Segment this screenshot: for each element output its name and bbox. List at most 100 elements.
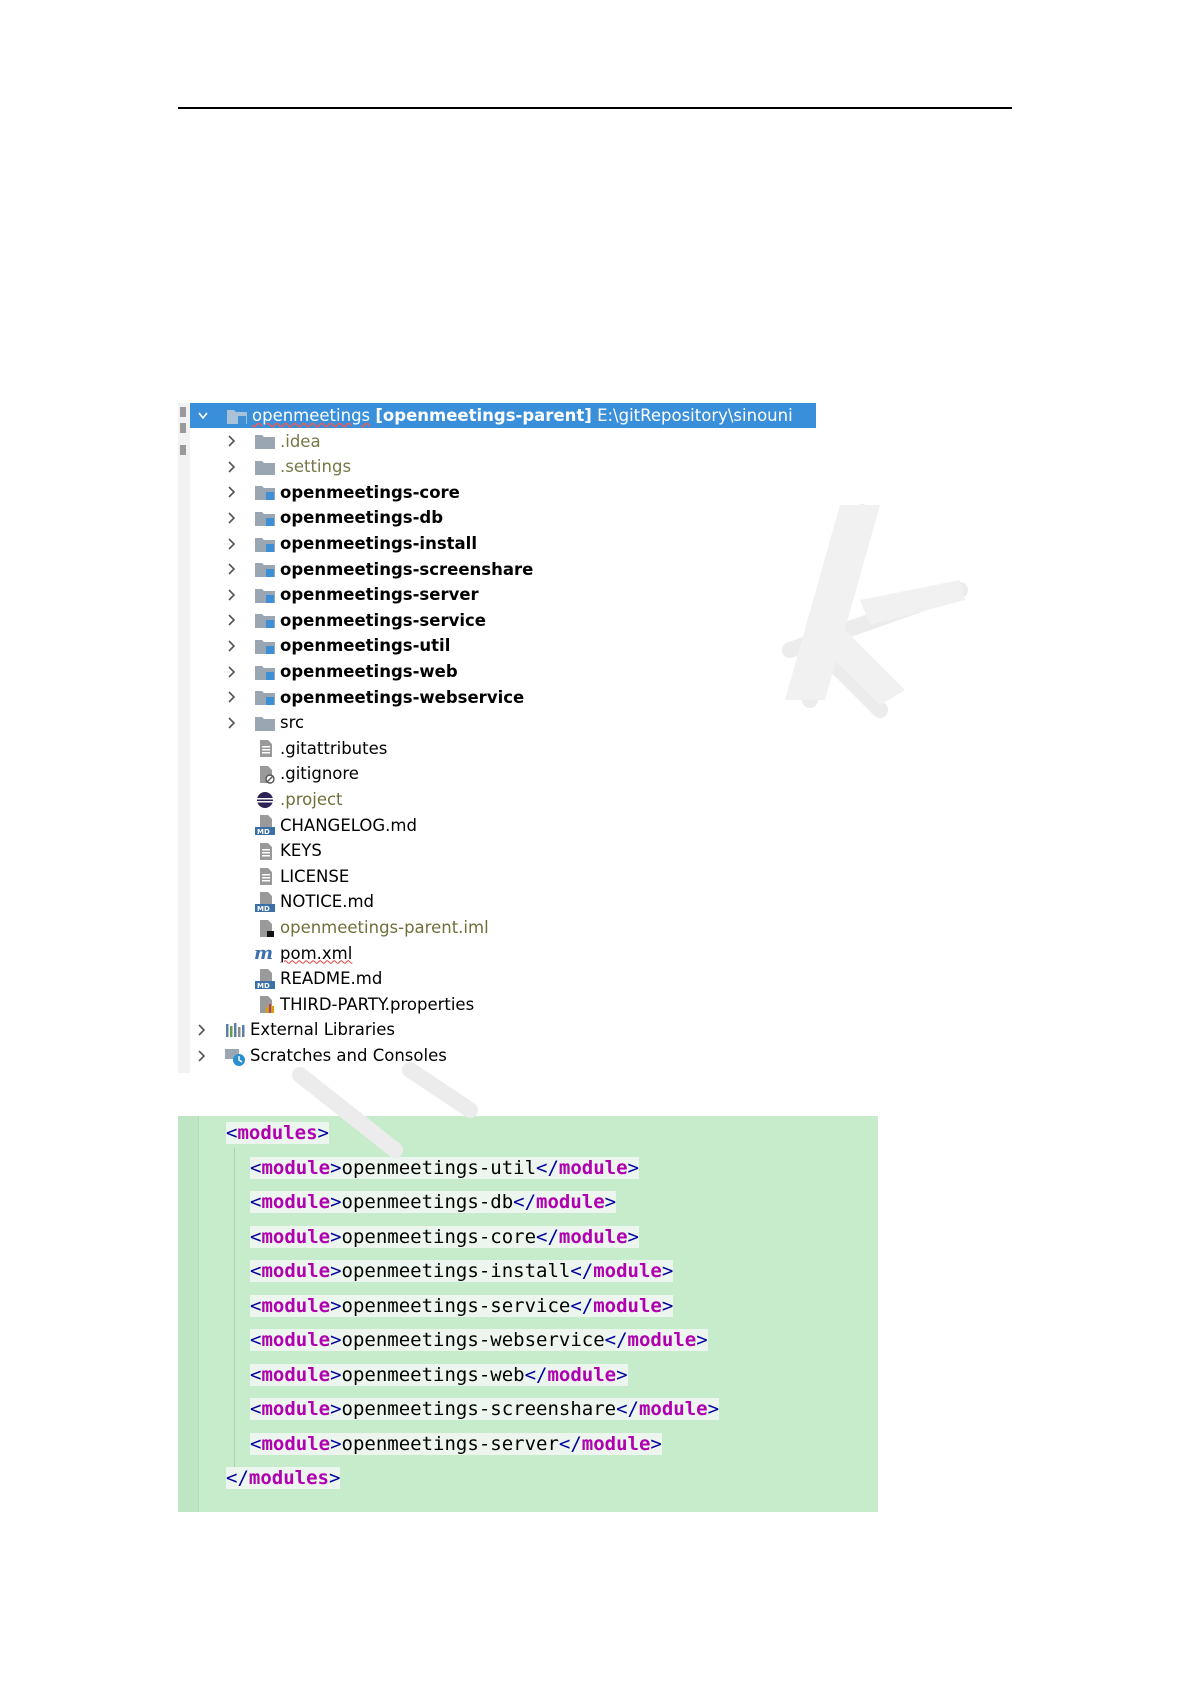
chevron-right-icon[interactable]: [224, 613, 238, 627]
pom-modules-code: <modules> <module>openmeetings-util</modu…: [178, 1116, 878, 1512]
xml-tag-name: module: [536, 1191, 605, 1213]
file-label: .project: [280, 790, 343, 809]
chevron-right-icon[interactable]: [224, 537, 238, 551]
file-label: pom.xml: [280, 943, 353, 963]
folder-label: openmeetings-screenshare: [280, 559, 534, 579]
chevron-right-icon[interactable]: [194, 1023, 208, 1037]
tree-file-row[interactable]: MD NOTICE.md: [190, 889, 816, 914]
file-label: .gitignore: [280, 764, 359, 784]
module-folder-icon: [254, 662, 276, 682]
folder-label: openmeetings-core: [280, 482, 460, 502]
chevron-right-icon[interactable]: [224, 460, 238, 474]
file-label: LICENSE: [280, 866, 350, 886]
module-folder-icon: [254, 687, 276, 707]
folder-label: src: [280, 713, 305, 733]
markdown-file-icon: MD: [254, 891, 276, 912]
file-label: CHANGELOG.md: [280, 815, 417, 835]
tree-folder-row[interactable]: openmeetings-server: [190, 582, 816, 607]
libraries-icon: [224, 1020, 246, 1040]
folder-icon: [254, 713, 276, 733]
module-name: openmeetings-util: [341, 1156, 537, 1179]
chevron-right-icon[interactable]: [224, 485, 238, 499]
chevron-right-icon[interactable]: [224, 716, 238, 730]
code-line-module: <module>openmeetings-server</module>: [250, 1432, 662, 1455]
tree-node-row[interactable]: Scratches and Consoles: [190, 1043, 816, 1068]
xml-tag-name: module: [261, 1398, 331, 1420]
code-line-module: <module>openmeetings-screenshare</module…: [250, 1398, 720, 1420]
tree-file-row[interactable]: m pom.xml: [190, 941, 816, 966]
tree-folder-row[interactable]: openmeetings-screenshare: [190, 557, 816, 582]
chevron-right-icon[interactable]: [224, 562, 238, 576]
tree-folder-row[interactable]: .settings: [190, 454, 816, 479]
tree-root-row[interactable]: openmeetings [openmeetings-parent] E:\gi…: [190, 403, 816, 428]
folder-label: openmeetings-server: [280, 585, 479, 605]
chevron-right-icon[interactable]: [224, 588, 238, 602]
xml-tag-name: module: [261, 1191, 331, 1213]
root-path: E:\gitRepository\sinouni: [597, 406, 793, 425]
module-name: openmeetings-core: [341, 1225, 537, 1248]
tree-file-row[interactable]: .gitignore: [190, 761, 816, 786]
root-module: [openmeetings-parent]: [375, 406, 592, 425]
tree-file-row[interactable]: openmeetings-parent.iml: [190, 915, 816, 940]
xml-tag-name: module: [261, 1329, 331, 1351]
tree-node-row[interactable]: External Libraries: [190, 1017, 816, 1042]
folder-label: openmeetings-webservice: [280, 687, 525, 707]
tree-file-row[interactable]: .project: [190, 787, 816, 812]
tree-folder-row[interactable]: openmeetings-core: [190, 480, 816, 505]
code-line-modules-close: </modules>: [226, 1467, 341, 1489]
folder-label: .idea: [280, 431, 321, 451]
chevron-right-icon[interactable]: [224, 639, 238, 653]
xml-tag-name: module: [638, 1398, 708, 1420]
scratches-icon: [224, 1046, 246, 1066]
text-file-icon: [254, 738, 276, 758]
root-name: openmeetings: [252, 406, 371, 425]
project-tree[interactable]: openmeetings [openmeetings-parent] E:\gi…: [178, 403, 816, 1073]
xml-tag-name: module: [581, 1432, 651, 1455]
module-name: openmeetings-web: [341, 1363, 525, 1386]
tree-folder-row[interactable]: openmeetings-util: [190, 633, 816, 658]
code-line-module: <module>openmeetings-service</module>: [250, 1294, 674, 1317]
xml-tag-name: module: [261, 1260, 331, 1282]
svg-text:MD: MD: [257, 982, 270, 989]
tree-file-row[interactable]: MD README.md: [190, 966, 816, 991]
tree-file-row[interactable]: MD CHANGELOG.md: [190, 813, 816, 838]
node-label: Scratches and Consoles: [250, 1046, 447, 1065]
tree-file-row[interactable]: LICENSE: [190, 864, 816, 889]
tree-folder-row[interactable]: openmeetings-service: [190, 608, 816, 633]
folder-icon: [254, 431, 276, 451]
folder-label: openmeetings-util: [280, 636, 451, 656]
tree-file-row[interactable]: THIRD-PARTY.properties: [190, 992, 816, 1017]
xml-tag-name: module: [261, 1156, 331, 1179]
tree-file-row[interactable]: KEYS: [190, 838, 816, 863]
chevron-down-icon[interactable]: [196, 409, 210, 423]
code-line-module: <module>openmeetings-web</module>: [250, 1363, 628, 1386]
chevron-right-icon[interactable]: [224, 434, 238, 448]
tree-folder-row[interactable]: openmeetings-db: [190, 505, 816, 530]
code-line-module: <module>openmeetings-core</module>: [250, 1225, 639, 1248]
file-label: NOTICE.md: [280, 892, 375, 912]
module-name: openmeetings-db: [341, 1191, 514, 1213]
module-name: openmeetings-server: [341, 1432, 559, 1455]
maven-icon: m: [254, 943, 276, 963]
chevron-right-icon[interactable]: [224, 690, 238, 704]
tree-file-row[interactable]: .gitattributes: [190, 736, 816, 761]
gitignore-file-icon: [254, 764, 276, 784]
file-label: README.md: [280, 969, 383, 989]
tree-folder-row[interactable]: .idea: [190, 429, 816, 454]
tree-folder-row[interactable]: openmeetings-install: [190, 531, 816, 556]
module-folder-icon: [226, 406, 248, 426]
chevron-right-icon[interactable]: [224, 665, 238, 679]
code-line-module: <module>openmeetings-webservice</module>: [250, 1329, 708, 1351]
xml-tag-name: module: [593, 1294, 662, 1317]
svg-text:m: m: [254, 943, 273, 963]
module-name: openmeetings-service: [341, 1294, 571, 1317]
chevron-right-icon[interactable]: [194, 1049, 208, 1063]
chevron-right-icon[interactable]: [224, 511, 238, 525]
tree-folder-row[interactable]: openmeetings-webservice: [190, 685, 816, 710]
iml-file-icon: [254, 918, 276, 938]
file-label: openmeetings-parent.iml: [280, 918, 489, 937]
tree-folder-row[interactable]: openmeetings-web: [190, 659, 816, 684]
tree-gutter: [178, 403, 190, 1073]
tree-folder-row[interactable]: src: [190, 710, 816, 735]
folder-label: .settings: [280, 457, 352, 477]
